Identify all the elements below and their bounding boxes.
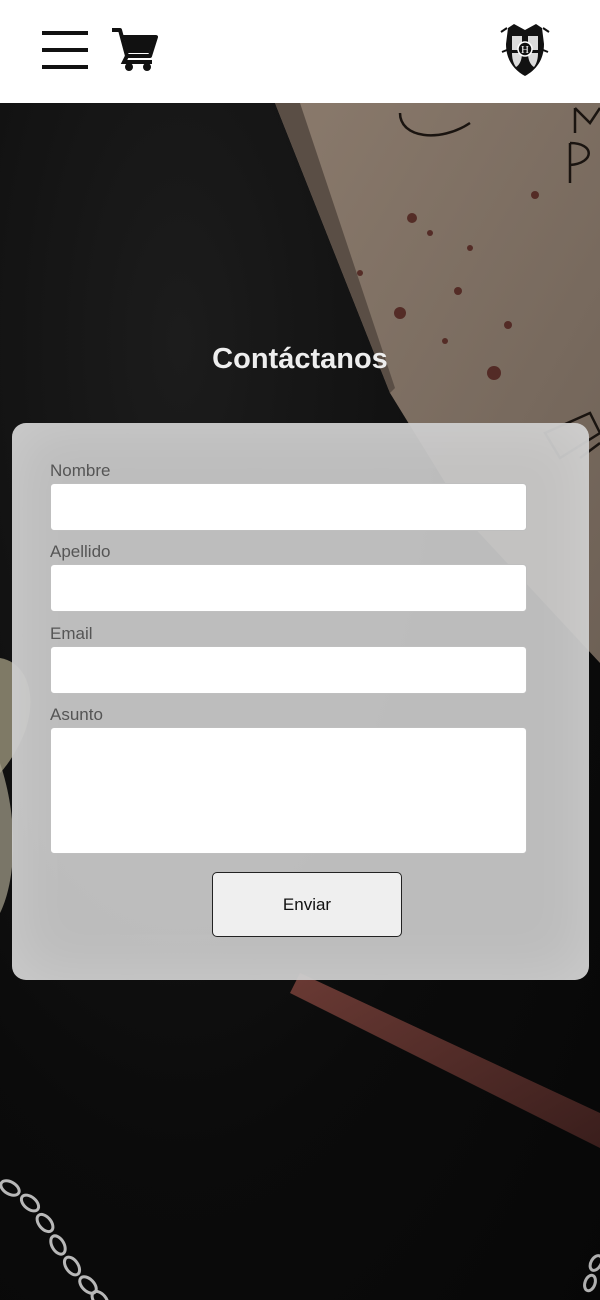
submit-button[interactable]: Enviar [212, 872, 402, 937]
email-input[interactable] [50, 646, 527, 694]
top-header: H [0, 0, 600, 103]
asunto-textarea[interactable] [50, 727, 527, 854]
svg-text:H: H [521, 44, 529, 56]
page-title: Contáctanos [212, 343, 388, 375]
nombre-input[interactable] [50, 483, 527, 531]
apellido-input[interactable] [50, 564, 527, 612]
nombre-label: Nombre [50, 461, 111, 480]
asunto-label: Asunto [50, 705, 103, 724]
contact-form: Nombre Apellido Email Asunto Enviar [12, 423, 589, 980]
hamburger-menu-icon[interactable] [42, 31, 88, 71]
apellido-label: Apellido [50, 542, 111, 561]
shopping-cart-icon[interactable] [110, 26, 158, 72]
hogwarts-crest-logo[interactable]: H [498, 22, 552, 78]
email-label: Email [50, 624, 93, 643]
